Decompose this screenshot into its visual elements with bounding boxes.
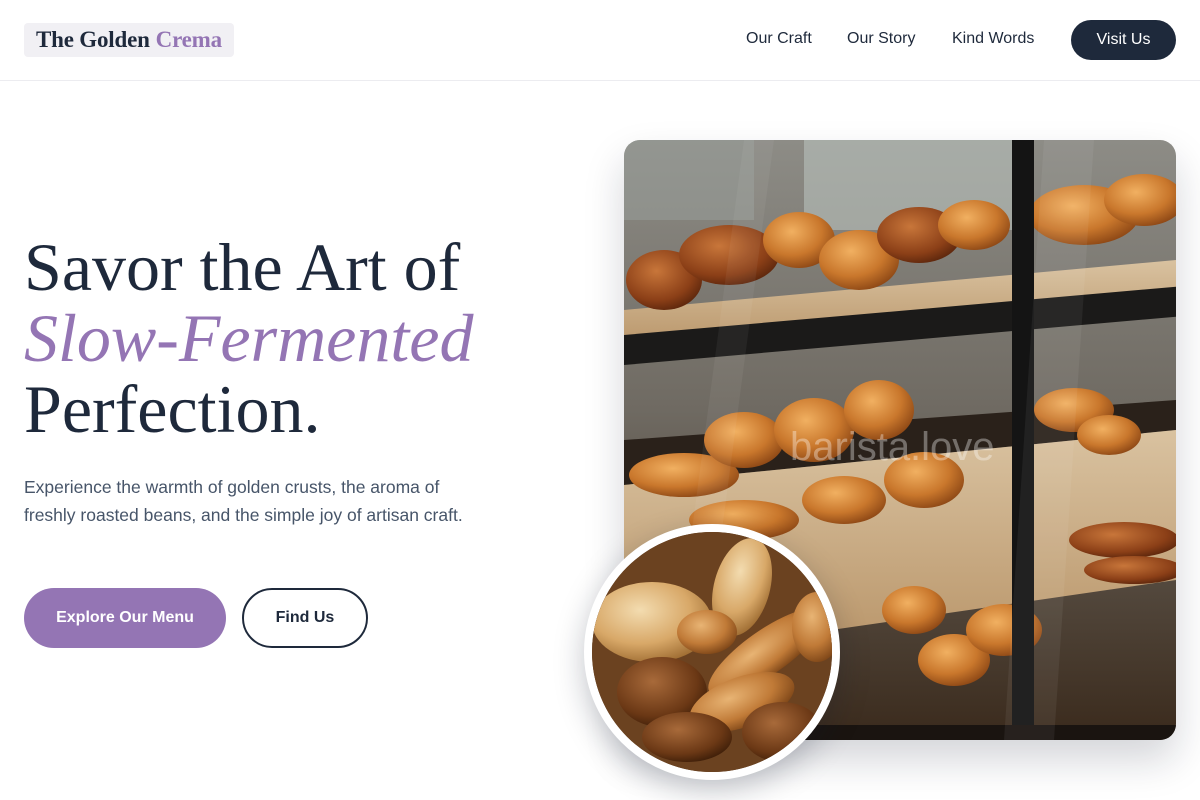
nav-link-our-story[interactable]: Our Story xyxy=(847,30,915,48)
headline-line-1: Savor the Art of xyxy=(24,229,461,305)
site-header: The Golden Crema Our Craft Our Story Kin… xyxy=(0,0,1200,81)
hero-subtext: Experience the warmth of golden crusts, … xyxy=(24,477,463,525)
bread-basket-photo xyxy=(584,524,840,780)
explore-menu-button[interactable]: Explore Our Menu xyxy=(24,588,226,648)
find-us-button[interactable]: Find Us xyxy=(242,588,368,648)
headline-line-3: Perfection. xyxy=(24,371,321,447)
brand-name: The Golden xyxy=(36,27,150,52)
nav-link-kind-words[interactable]: Kind Words xyxy=(952,30,1034,48)
brand-logo[interactable]: The Golden Crema xyxy=(24,23,234,57)
nav-link-our-craft[interactable]: Our Craft xyxy=(746,30,812,48)
visit-us-button[interactable]: Visit Us xyxy=(1071,20,1176,60)
headline-accent: Slow-Fermented xyxy=(24,300,474,376)
hero-headline: Savor the Art of Slow-Fermented Perfecti… xyxy=(24,232,584,445)
brand-name-accent: Crema xyxy=(155,27,222,52)
